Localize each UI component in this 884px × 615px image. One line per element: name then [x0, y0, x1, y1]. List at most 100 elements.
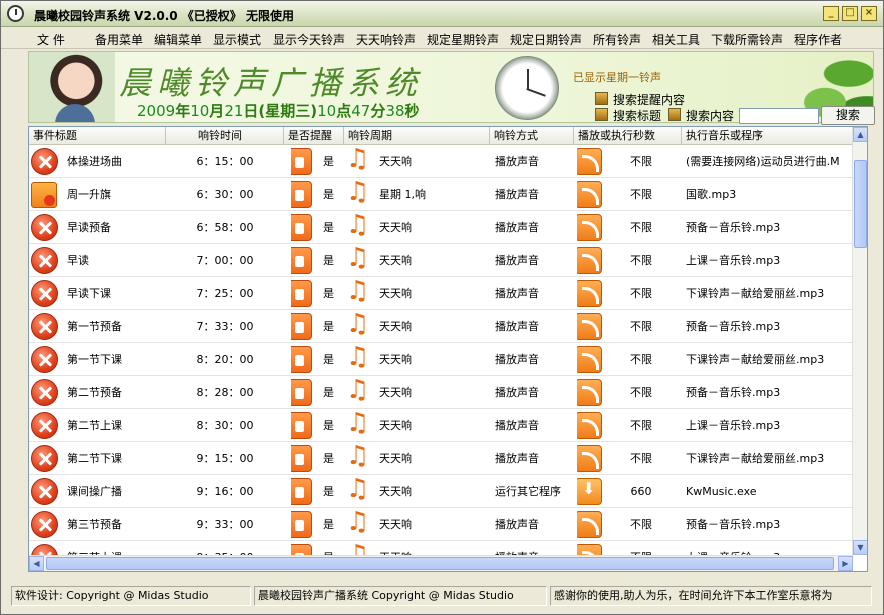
seconds-value: 不限: [630, 452, 652, 465]
event-title: 课间操广播: [67, 485, 122, 498]
music-note-icon: [346, 409, 374, 440]
ring-time: 8：30：00: [196, 419, 254, 432]
sound-broadcast-icon: [577, 412, 602, 439]
search-content-checkbox[interactable]: [668, 108, 681, 121]
menu-file[interactable]: 文 件: [37, 31, 65, 48]
menu-today-bells[interactable]: 显示今天铃声: [273, 31, 345, 48]
disabled-x-icon: [31, 379, 58, 406]
table-row[interactable]: 体操进场曲 6：15：00 是 天天响 播放声音 不限 (需要连接网络)运动员进行曲.M: [29, 145, 853, 178]
cycle-cell: 天天响: [344, 376, 490, 409]
status-designer: 软件设计: Copyright @ Midas Studio: [11, 586, 251, 606]
cycle-value: 星期 1,响: [379, 188, 426, 201]
disabled-x-icon: [31, 478, 58, 505]
menu-all-bells[interactable]: 所有铃声: [593, 31, 641, 48]
thumbs-up-icon: [291, 346, 312, 373]
ring-time: 6：15：00: [196, 155, 254, 168]
music-note-icon: [346, 310, 374, 341]
scroll-left-icon[interactable]: ◀: [29, 556, 44, 571]
sound-broadcast-icon: [577, 511, 602, 538]
header-mode[interactable]: 响铃方式: [490, 127, 574, 145]
table-row[interactable]: 第三节预备 9：33：00 是 天天响 播放声音 不限 预备－音乐铃.mp3: [29, 508, 853, 541]
maximize-button[interactable]: □: [842, 6, 858, 21]
table-row[interactable]: 第二节下课 9：15：00 是 天天响 播放声音 不限 下课铃声－献给爱丽丝.mp3: [29, 442, 853, 475]
cycle-value: 天天响: [379, 452, 412, 465]
horizontal-scrollbar[interactable]: ◀ ▶: [29, 555, 853, 571]
table-row[interactable]: 课间操广播 9：16：00 是 天天响 运行其它程序 660 KwMusic.exe: [29, 475, 853, 508]
table-row[interactable]: 第二节预备 8：28：00 是 天天响 播放声音 不限 预备－音乐铃.mp3: [29, 376, 853, 409]
search-reminder-checkbox[interactable]: [595, 92, 608, 105]
header-seconds[interactable]: 播放或执行秒数: [574, 127, 682, 145]
cycle-cell: 天天响: [344, 508, 490, 541]
vertical-scroll-thumb[interactable]: [854, 160, 867, 248]
disabled-x-icon: [31, 412, 58, 439]
header-ring-time[interactable]: 响铃时间: [166, 127, 284, 145]
ring-mode: 播放声音: [495, 353, 539, 366]
cycle-value: 天天响: [379, 320, 412, 333]
scroll-up-icon[interactable]: ▲: [853, 127, 867, 142]
cycle-cell: 星期 1,响: [344, 178, 490, 211]
vertical-scrollbar[interactable]: ▲ ▼: [852, 127, 867, 555]
menu-author[interactable]: 程序作者: [794, 31, 842, 48]
event-title: 第三节预备: [67, 518, 122, 531]
bell-list-table[interactable]: 事件标题 响铃时间 是否提醒 响铃周期 响铃方式 播放或执行秒数 执行音乐或程序…: [28, 126, 868, 572]
menu-edit[interactable]: 编辑菜单: [154, 31, 202, 48]
seconds-cell: 不限: [577, 277, 682, 310]
ring-mode: 播放声音: [495, 188, 539, 201]
search-reminder-label: 搜索提醒内容: [613, 93, 686, 107]
event-title-cell: 第三节预备: [29, 508, 166, 541]
remind-value: 是: [323, 353, 334, 366]
seconds-cell: 不限: [577, 343, 682, 376]
search-input[interactable]: [739, 108, 819, 124]
menu-daily-bells[interactable]: 天天响铃声: [356, 31, 416, 48]
thumbs-up-icon: [291, 511, 312, 538]
header-event-title[interactable]: 事件标题: [29, 127, 166, 145]
minimize-button[interactable]: _: [823, 6, 839, 21]
header-cycle[interactable]: 响铃周期: [344, 127, 490, 145]
close-button[interactable]: ×: [861, 6, 877, 21]
table-row[interactable]: 早读下课 7：25：00 是 天天响 播放声音 不限 下课铃声－献给爱丽丝.mp3: [29, 277, 853, 310]
header-target[interactable]: 执行音乐或程序: [682, 127, 853, 145]
header-remind[interactable]: 是否提醒: [284, 127, 344, 145]
horizontal-scroll-thumb[interactable]: [46, 557, 834, 570]
remind-value: 是: [323, 320, 334, 333]
table-row[interactable]: 早读 7：00：00 是 天天响 播放声音 不限 上课－音乐铃.mp3: [29, 244, 853, 277]
cycle-cell: 天天响: [344, 442, 490, 475]
event-title-cell: 周一升旗: [29, 178, 166, 211]
remind-value: 是: [323, 419, 334, 432]
clock-app-icon[interactable]: [7, 5, 24, 22]
table-row[interactable]: 第二节上课 8：30：00 是 天天响 播放声音 不限 上课－音乐铃.mp3: [29, 409, 853, 442]
event-title-cell: 第二节下课: [29, 442, 166, 475]
cycle-value: 天天响: [379, 485, 412, 498]
cycle-value: 天天响: [379, 221, 412, 234]
music-note-icon: [346, 178, 374, 209]
seconds-value: 不限: [630, 320, 652, 333]
event-title: 早读下课: [67, 287, 111, 300]
table-row[interactable]: 周一升旗 6：30：00 是 星期 1,响 播放声音 不限 国歌.mp3: [29, 178, 853, 211]
search-button[interactable]: 搜索: [821, 106, 875, 125]
menu-backup[interactable]: 备用菜单: [95, 31, 143, 48]
menu-download-bells[interactable]: 下载所需铃声: [711, 31, 783, 48]
table-row[interactable]: 早读预备 6：58：00 是 天天响 播放声音 不限 预备－音乐铃.mp3: [29, 211, 853, 244]
ring-time: 8：20：00: [196, 353, 254, 366]
scroll-down-icon[interactable]: ▼: [853, 540, 867, 555]
table-row[interactable]: 第一节预备 7：33：00 是 天天响 播放声音 不限 预备－音乐铃.mp3: [29, 310, 853, 343]
seconds-value: 不限: [630, 386, 652, 399]
thumbs-up-icon: [291, 478, 312, 505]
menu-tools[interactable]: 相关工具: [652, 31, 700, 48]
cycle-value: 天天响: [379, 518, 412, 531]
ring-time: 9：33：00: [196, 518, 254, 531]
target-file: 下课铃声－献给爱丽丝.mp3: [686, 452, 825, 465]
title-bar[interactable]: 晨曦校园铃声系统 V2.0.0 《已授权》 无限使用 _ □ ×: [1, 1, 883, 27]
menu-date-bells[interactable]: 规定日期铃声: [510, 31, 582, 48]
disabled-x-icon: [31, 445, 58, 472]
remind-value: 是: [323, 518, 334, 531]
music-note-icon: [346, 244, 374, 275]
table-row[interactable]: 第一节下课 8：20：00 是 天天响 播放声音 不限 下课铃声－献给爱丽丝.mp3: [29, 343, 853, 376]
music-note-icon: [346, 475, 374, 506]
scroll-right-icon[interactable]: ▶: [838, 556, 853, 571]
menu-display-mode[interactable]: 显示模式: [213, 31, 261, 48]
menu-weekday-bells[interactable]: 规定星期铃声: [427, 31, 499, 48]
sound-broadcast-icon: [577, 445, 602, 472]
sound-broadcast-icon: [577, 346, 602, 373]
search-title-checkbox[interactable]: [595, 108, 608, 121]
